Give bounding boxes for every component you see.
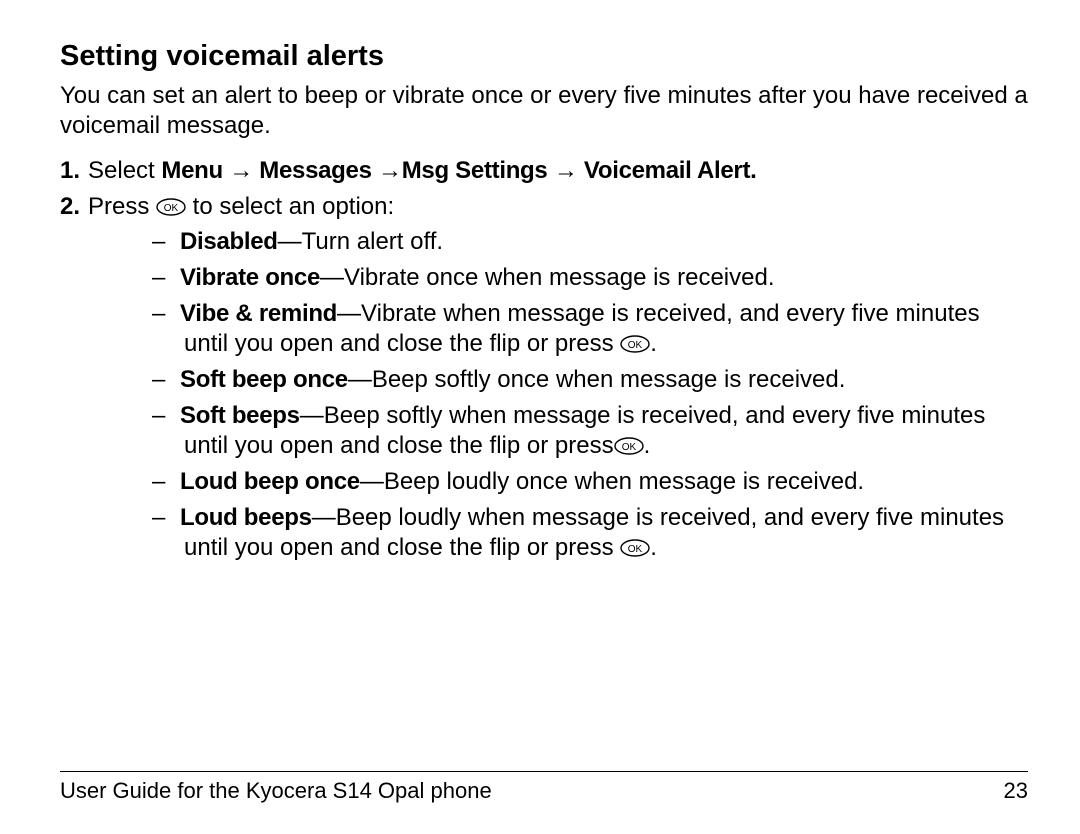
option-soft-beeps: –Soft beeps—Beep softly when message is …	[96, 401, 1028, 461]
option-desc: —Turn alert off.	[278, 228, 443, 255]
option-desc-after: .	[650, 534, 657, 561]
bullet-dash: –	[152, 365, 180, 395]
option-vibe-remind: –Vibe & remind—Vibrate when message is r…	[96, 299, 1028, 359]
option-label: Disabled	[180, 228, 278, 255]
option-loud-beeps: –Loud beeps—Beep loudly when message is …	[96, 503, 1028, 563]
option-label: Loud beep once	[180, 468, 360, 495]
step-number: 1.	[60, 155, 88, 187]
option-label: Soft beep once	[180, 366, 348, 393]
option-soft-beep-once: –Soft beep once—Beep softly once when me…	[96, 365, 1028, 395]
bullet-dash: –	[152, 227, 180, 257]
step-1: 1.Select Menu → Messages →Msg Settings →…	[60, 155, 1028, 187]
svg-text:OK: OK	[628, 340, 643, 351]
option-loud-beep-once: –Loud beep once—Beep loudly once when me…	[96, 467, 1028, 497]
options-list: –Disabled—Turn alert off. –Vibrate once—…	[96, 227, 1028, 563]
ok-button-icon: OK	[620, 539, 650, 557]
bullet-dash: –	[152, 503, 180, 533]
option-desc: —Beep softly once when message is receiv…	[348, 366, 846, 393]
ok-button-icon: OK	[620, 335, 650, 353]
option-vibrate-once: –Vibrate once—Vibrate once when message …	[96, 263, 1028, 293]
option-desc: —Beep loudly once when message is receiv…	[360, 468, 864, 495]
ok-button-icon: OK	[614, 437, 644, 455]
page-number: 23	[1004, 778, 1028, 804]
svg-text:OK: OK	[628, 544, 643, 555]
option-desc: —Vibrate once when message is received.	[320, 264, 774, 291]
option-label: Soft beeps	[180, 402, 300, 429]
section-heading: Setting voicemail alerts	[60, 40, 1028, 73]
svg-text:OK: OK	[164, 203, 179, 214]
ok-button-icon: OK	[156, 198, 186, 216]
footer-title: User Guide for the Kyocera S14 Opal phon…	[60, 778, 492, 804]
steps-list: 1.Select Menu → Messages →Msg Settings →…	[60, 155, 1028, 563]
page-footer: User Guide for the Kyocera S14 Opal phon…	[60, 771, 1028, 804]
document-page: Setting voicemail alerts You can set an …	[0, 0, 1080, 834]
svg-text:OK: OK	[621, 442, 636, 453]
option-label: Loud beeps	[180, 504, 312, 531]
step-text-before: Press	[88, 193, 156, 220]
step-2: 2.Press OK to select an option: –Disable…	[60, 191, 1028, 563]
step-text: Select	[88, 157, 161, 184]
option-disabled: –Disabled—Turn alert off.	[96, 227, 1028, 257]
step-text-after: to select an option:	[186, 193, 394, 220]
menu-path: Menu → Messages →Msg Settings → Voicemai…	[161, 157, 756, 184]
bullet-dash: –	[152, 299, 180, 329]
bullet-dash: –	[152, 467, 180, 497]
step-number: 2.	[60, 191, 88, 223]
bullet-dash: –	[152, 401, 180, 431]
option-desc-after: .	[644, 432, 651, 459]
intro-paragraph: You can set an alert to beep or vibrate …	[60, 81, 1028, 141]
option-desc-after: .	[650, 330, 657, 357]
bullet-dash: –	[152, 263, 180, 293]
option-label: Vibe & remind	[180, 300, 337, 327]
option-desc-before: —Beep softly when message is received, a…	[184, 402, 985, 459]
option-label: Vibrate once	[180, 264, 320, 291]
footer-rule	[60, 771, 1028, 772]
